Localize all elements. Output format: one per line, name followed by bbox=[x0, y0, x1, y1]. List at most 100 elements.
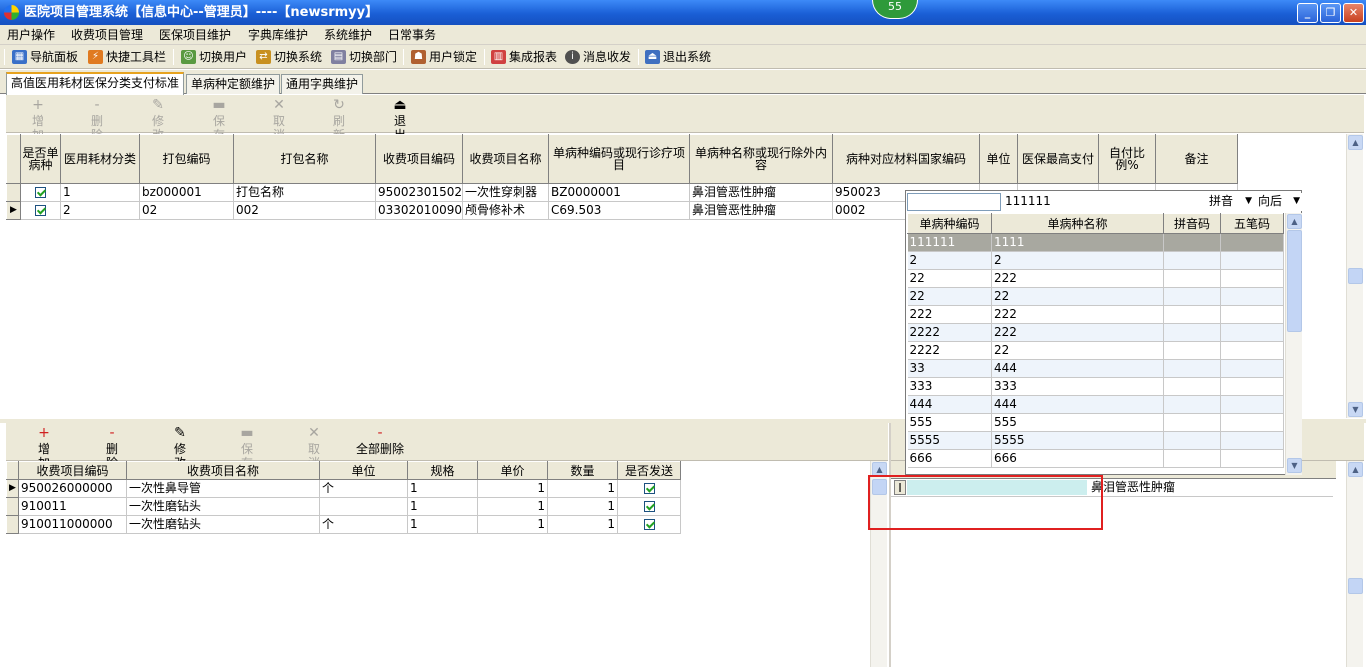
table-cell[interactable]: 555 bbox=[991, 413, 1164, 432]
list-item[interactable]: 22 bbox=[907, 251, 1284, 270]
table-cell[interactable]: 444 bbox=[907, 395, 992, 414]
tab-high-value-consumables[interactable]: 高值医用耗材医保分类支付标准 bbox=[6, 72, 185, 95]
list-item[interactable]: 666 666 bbox=[907, 449, 1284, 468]
menu-user-ops[interactable]: 用户操作 bbox=[7, 27, 55, 43]
col-consumable-category[interactable]: 医用耗材分类 bbox=[60, 134, 140, 184]
table-cell[interactable] bbox=[1220, 377, 1284, 396]
table-cell[interactable]: 1 bbox=[60, 183, 140, 202]
col-package-name[interactable]: 打包名称 bbox=[233, 134, 376, 184]
table-cell[interactable] bbox=[1220, 431, 1284, 450]
current-row-indicator[interactable]: ▶ bbox=[6, 479, 19, 498]
scroll-thumb[interactable] bbox=[1287, 230, 1302, 332]
list-item[interactable]: 33 444 bbox=[907, 359, 1284, 378]
table-cell[interactable]: 666 bbox=[907, 449, 992, 468]
quick-toolbar-button[interactable]: ⚡ 快捷工具栏 bbox=[88, 48, 166, 66]
col-pinyin-code[interactable]: 拼音码 bbox=[1163, 213, 1221, 234]
add-detail-button[interactable]: +增加 bbox=[16, 425, 72, 470]
list-item[interactable]: 222222 bbox=[907, 305, 1284, 324]
checkbox[interactable] bbox=[35, 187, 46, 198]
single-disease-checkbox-cell[interactable] bbox=[20, 201, 61, 220]
checkbox[interactable] bbox=[643, 519, 655, 530]
list-item[interactable]: 5555 5555 bbox=[907, 431, 1284, 450]
table-cell[interactable] bbox=[1163, 377, 1221, 396]
table-cell[interactable] bbox=[1163, 287, 1221, 306]
col-unit-price[interactable]: 单价 bbox=[477, 461, 548, 480]
col-disease-name[interactable]: 单病种名称或现行除外内容 bbox=[689, 134, 833, 184]
direction-select[interactable]: 向后 ▼ bbox=[1255, 193, 1302, 211]
table-cell[interactable] bbox=[1163, 431, 1221, 450]
col-quantity[interactable]: 数量 bbox=[547, 461, 618, 480]
table-cell[interactable] bbox=[1220, 395, 1284, 414]
col-national-material-code[interactable]: 病种对应材料国家编码 bbox=[832, 134, 980, 184]
cancel-button[interactable]: ✕取消 bbox=[251, 97, 307, 142]
table-cell[interactable]: 1 bbox=[477, 497, 548, 516]
col-charge-name[interactable]: 收费项目名称 bbox=[462, 134, 549, 184]
list-item[interactable]: 222222 bbox=[907, 341, 1284, 360]
table-cell[interactable]: 1 bbox=[407, 515, 478, 534]
table-cell[interactable]: 910011 bbox=[18, 497, 127, 516]
table-cell[interactable]: 1 bbox=[547, 479, 618, 498]
table-cell[interactable]: 111111 bbox=[907, 233, 992, 252]
scroll-up-arrow[interactable]: ▲ bbox=[1348, 135, 1363, 150]
scroll-up-arrow[interactable]: ▲ bbox=[1348, 462, 1363, 477]
table-cell[interactable]: 打包名称 bbox=[233, 183, 376, 202]
table-cell[interactable] bbox=[1163, 251, 1221, 270]
table-cell[interactable] bbox=[1220, 449, 1284, 468]
table-cell[interactable]: 444 bbox=[991, 359, 1164, 378]
tab-general-dictionary[interactable]: 通用字典维护 bbox=[281, 74, 364, 94]
table-cell[interactable]: 个 bbox=[319, 479, 408, 498]
list-item[interactable]: 444 444 bbox=[907, 395, 1284, 414]
table-cell[interactable]: 555 bbox=[907, 413, 992, 432]
table-row[interactable]: ▶ 950026000000 一次性鼻导管 个 1 1 1 bbox=[6, 479, 681, 498]
switch-dept-button[interactable]: ▤ 切换部门 bbox=[331, 48, 397, 66]
table-cell[interactable]: 666 bbox=[991, 449, 1164, 468]
edit-button[interactable]: ✎修改 bbox=[130, 97, 186, 142]
table-cell[interactable]: 333 bbox=[991, 377, 1164, 396]
list-item[interactable]: 333 333 bbox=[907, 377, 1284, 396]
row-indicator[interactable] bbox=[6, 497, 19, 516]
single-disease-checkbox-cell[interactable] bbox=[20, 183, 61, 202]
scroll-down-arrow[interactable]: ▼ bbox=[1287, 458, 1302, 473]
menu-system[interactable]: 系统维护 bbox=[324, 27, 372, 43]
close-button[interactable]: ✕ bbox=[1343, 3, 1364, 23]
list-item[interactable]: 555 555 bbox=[907, 413, 1284, 432]
col-disease-code[interactable]: 单病种编码或现行诊疗项目 bbox=[548, 134, 690, 184]
table-cell[interactable] bbox=[1163, 413, 1221, 432]
table-cell[interactable] bbox=[1163, 269, 1221, 288]
table-cell[interactable]: 1 bbox=[547, 497, 618, 516]
table-cell[interactable] bbox=[1163, 323, 1221, 342]
col-wubi-code[interactable]: 五笔码 bbox=[1220, 213, 1284, 234]
lookup-scrollbar[interactable]: ▲ ▼ bbox=[1285, 213, 1302, 475]
delete-all-button[interactable]: - 全部删除 bbox=[350, 425, 410, 459]
reports-button[interactable]: ▥ 集成报表 bbox=[491, 48, 557, 66]
lookup-blank-field[interactable] bbox=[907, 193, 1001, 211]
table-cell[interactable]: 222 bbox=[907, 305, 992, 324]
switch-user-button[interactable]: ☺ 切换用户 bbox=[181, 48, 247, 66]
col-self-pay-ratio[interactable]: 自付比例% bbox=[1098, 134, 1156, 184]
cancel-detail-button[interactable]: ✕取消 bbox=[286, 425, 342, 470]
table-cell[interactable]: 222 bbox=[991, 305, 1164, 324]
table-cell[interactable]: 1 bbox=[477, 479, 548, 498]
table-row[interactable]: 910011 一次性磨钻头 1 1 1 bbox=[6, 497, 681, 516]
table-cell[interactable]: bz000001 bbox=[139, 183, 234, 202]
table-cell[interactable]: C69.503 bbox=[548, 201, 690, 220]
table-cell[interactable]: 1 bbox=[407, 479, 478, 498]
table-cell[interactable]: 2 bbox=[60, 201, 140, 220]
right-grid-scrollbar[interactable]: ▲ bbox=[1346, 461, 1363, 667]
table-cell[interactable]: 950023015022 bbox=[375, 183, 463, 202]
table-cell[interactable] bbox=[1163, 359, 1221, 378]
col-charge-name[interactable]: 收费项目名称 bbox=[126, 461, 320, 480]
table-cell[interactable]: 个 bbox=[319, 515, 408, 534]
current-row-indicator[interactable]: ▶ bbox=[6, 201, 21, 220]
col-charge-code[interactable]: 收费项目编码 bbox=[18, 461, 127, 480]
col-disease-name[interactable]: 单病种名称 bbox=[991, 213, 1164, 234]
table-cell[interactable]: 002 bbox=[233, 201, 376, 220]
col-unit[interactable]: 单位 bbox=[979, 134, 1018, 184]
table-cell[interactable] bbox=[1220, 359, 1284, 378]
table-cell[interactable]: 一次性鼻导管 bbox=[126, 479, 320, 498]
table-cell[interactable]: 一次性磨钻头 bbox=[126, 497, 320, 516]
table-cell[interactable]: 2 bbox=[991, 251, 1164, 270]
table-cell[interactable]: 一次性穿刺器 bbox=[462, 183, 549, 202]
table-cell[interactable] bbox=[1220, 269, 1284, 288]
col-is-single-disease[interactable]: 是否单病种 bbox=[20, 134, 61, 184]
